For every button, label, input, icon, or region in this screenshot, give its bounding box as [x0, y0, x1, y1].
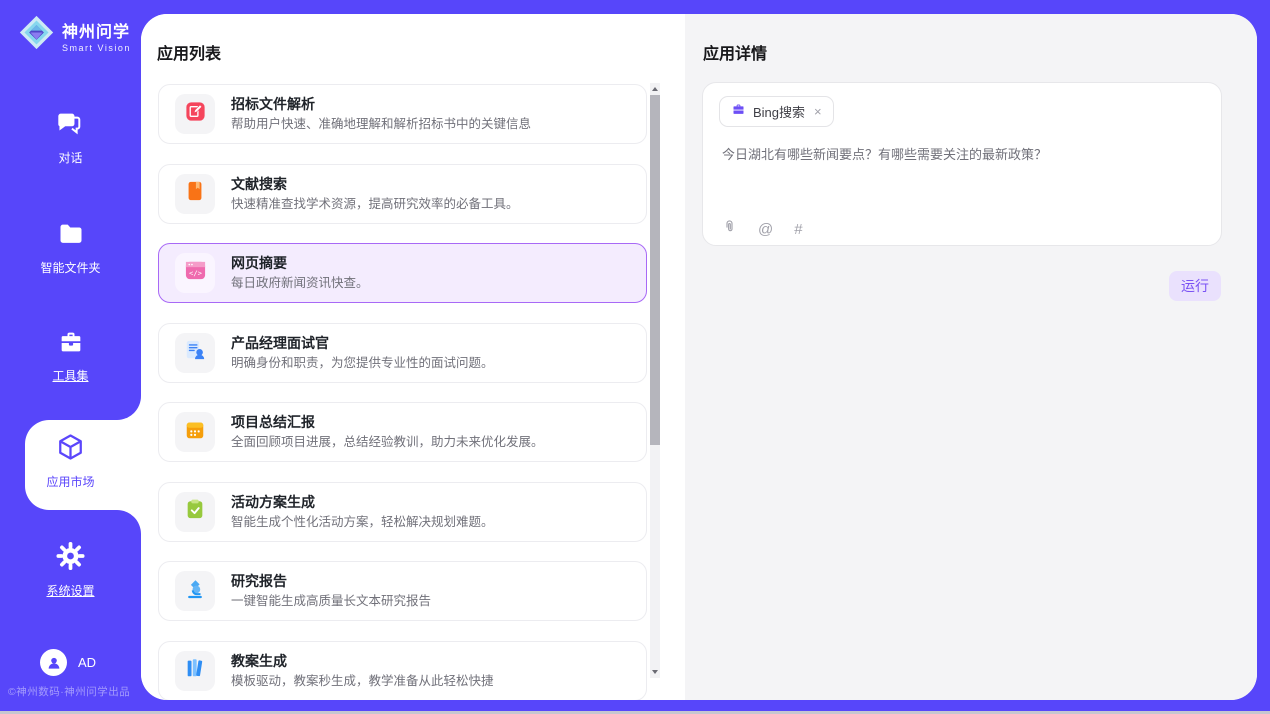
app-window: 神州问学 Smart Vision 对话 智能文件夹 [0, 0, 1270, 714]
app-description: 智能生成个性化活动方案，轻松解决规划难题。 [231, 514, 494, 531]
avatar [40, 649, 67, 676]
copyright-text: ©神州数码·神州问学出品 [8, 684, 141, 699]
folder-icon [56, 220, 86, 253]
query-input-card[interactable]: Bing搜索 × 今日湖北有哪些新闻要点？有哪些需要关注的最新政策？ @ # [702, 82, 1222, 246]
books-icon [184, 657, 206, 684]
active-tab-fillet-bottom [117, 510, 141, 534]
app-icon-box [175, 94, 215, 134]
app-name: 研究报告 [231, 572, 431, 590]
sidebar-item-toolset[interactable]: 工具集 [0, 328, 141, 384]
microscope-icon [184, 578, 206, 605]
sidebar-item-app-market[interactable]: 应用市场 [0, 432, 141, 490]
content-area: 应用列表 招标文件解析 帮助用户快速、准确地理解和解析招标书中的关键信息 文献搜… [141, 14, 1257, 700]
app-description: 一键智能生成高质量长文本研究报告 [231, 593, 431, 610]
scrollbar-up-arrow-icon[interactable] [650, 83, 660, 95]
app-card-3[interactable]: </> 网页摘要 每日政府新闻资讯快查。 [158, 243, 647, 303]
app-description: 全面回顾项目进展，总结经验教训，助力未来优化发展。 [231, 434, 544, 451]
app-name: 活动方案生成 [231, 493, 494, 511]
app-icon-box [175, 571, 215, 611]
app-card-5[interactable]: 项目总结汇报 全面回顾项目进展，总结经验教训，助力未来优化发展。 [158, 402, 647, 462]
scrollbar-thumb[interactable] [650, 95, 660, 445]
app-description: 每日政府新闻资讯快查。 [231, 275, 369, 292]
book-icon [184, 180, 206, 207]
app-detail-title: 应用详情 [703, 40, 767, 64]
tool-tag-bing-search[interactable]: Bing搜索 × [719, 96, 834, 127]
scrollbar-down-arrow-icon[interactable] [650, 666, 660, 678]
app-name: 产品经理面试官 [231, 334, 494, 352]
app-description: 明确身份和职责，为您提供专业性的面试问题。 [231, 355, 494, 372]
toolbox-icon [56, 328, 86, 361]
sidebar-item-settings[interactable]: 系统设置 [0, 541, 141, 599]
app-card-list: 招标文件解析 帮助用户快速、准确地理解和解析招标书中的关键信息 文献搜索 快速精… [158, 84, 647, 700]
sidebar-item-smart-folder[interactable]: 智能文件夹 [0, 220, 141, 276]
brand-name-cn: 神州问学 [62, 18, 131, 42]
browser-code-icon: </> [184, 259, 207, 287]
app-card-8[interactable]: 教案生成 模板驱动，教案秒生成，教学准备从此轻松快捷 [158, 641, 647, 701]
app-card-2[interactable]: 文献搜索 快速精准查找学术资源，提高研究效率的必备工具。 [158, 164, 647, 224]
attachment-toolbar: @ # [722, 218, 803, 240]
app-card-4[interactable]: 产品经理面试官 明确身份和职责，为您提供专业性的面试问题。 [158, 323, 647, 383]
person-icon [46, 655, 62, 671]
sidebar-item-label: 工具集 [52, 367, 88, 384]
app-name: 招标文件解析 [231, 95, 531, 113]
sidebar-item-label: 应用市场 [46, 473, 94, 490]
sidebar-item-label: 对话 [58, 149, 82, 166]
hash-icon[interactable]: # [794, 221, 802, 238]
sidebar-item-chat[interactable]: 对话 [0, 110, 141, 166]
user-account[interactable]: AD [40, 649, 96, 676]
app-name: 文献搜索 [231, 175, 519, 193]
app-name: 项目总结汇报 [231, 413, 544, 431]
app-icon-box [175, 651, 215, 691]
tool-tag-label: Bing搜索 [753, 102, 805, 121]
app-icon-box [175, 492, 215, 532]
sidebar-item-label: 系统设置 [46, 582, 94, 599]
doc-edit-icon [184, 100, 207, 128]
app-name: 教案生成 [231, 652, 494, 670]
paperclip-icon[interactable] [722, 218, 737, 240]
diamond-logo-icon [18, 14, 55, 56]
sidebar-item-label: 智能文件夹 [40, 259, 100, 276]
brand-name-en: Smart Vision [62, 43, 131, 53]
app-icon-box [175, 174, 215, 214]
briefcase-icon [731, 102, 746, 122]
scrollbar[interactable] [650, 83, 660, 678]
sidebar: 神州问学 Smart Vision 对话 智能文件夹 [0, 0, 141, 711]
app-description: 快速精准查找学术资源，提高研究效率的必备工具。 [231, 196, 519, 213]
chat-icon [56, 110, 86, 143]
clipboard-check-icon [184, 498, 206, 525]
app-name: 网页摘要 [231, 254, 369, 272]
app-detail-panel: 应用详情 Bing搜索 × 今日湖北有哪些新闻要点？有哪些需要关注的最新政策？ [685, 14, 1257, 700]
query-text[interactable]: 今日湖北有哪些新闻要点？有哪些需要关注的最新政策？ [722, 145, 1202, 164]
cube-icon [55, 432, 86, 467]
svg-text:</>: </> [189, 269, 203, 278]
app-card-6[interactable]: 活动方案生成 智能生成个性化活动方案，轻松解决规划难题。 [158, 482, 647, 542]
close-icon[interactable]: × [814, 104, 822, 119]
run-button[interactable]: 运行 [1169, 271, 1221, 301]
gear-icon [55, 541, 86, 576]
calendar-icon [184, 419, 206, 446]
app-list-title: 应用列表 [157, 40, 221, 64]
interview-icon [184, 339, 206, 366]
app-icon-box: </> [175, 253, 215, 293]
active-tab-fillet-top [117, 396, 141, 420]
app-card-1[interactable]: 招标文件解析 帮助用户快速、准确地理解和解析招标书中的关键信息 [158, 84, 647, 144]
app-description: 帮助用户快速、准确地理解和解析招标书中的关键信息 [231, 116, 531, 133]
app-description: 模板驱动，教案秒生成，教学准备从此轻松快捷 [231, 673, 494, 690]
at-icon[interactable]: @ [758, 221, 773, 238]
app-list-panel: 应用列表 招标文件解析 帮助用户快速、准确地理解和解析招标书中的关键信息 文献搜… [141, 14, 685, 700]
user-initials: AD [78, 655, 96, 670]
app-icon-box [175, 412, 215, 452]
brand-logo: 神州问学 Smart Vision [18, 14, 131, 56]
app-card-7[interactable]: 研究报告 一键智能生成高质量长文本研究报告 [158, 561, 647, 621]
app-icon-box [175, 333, 215, 373]
